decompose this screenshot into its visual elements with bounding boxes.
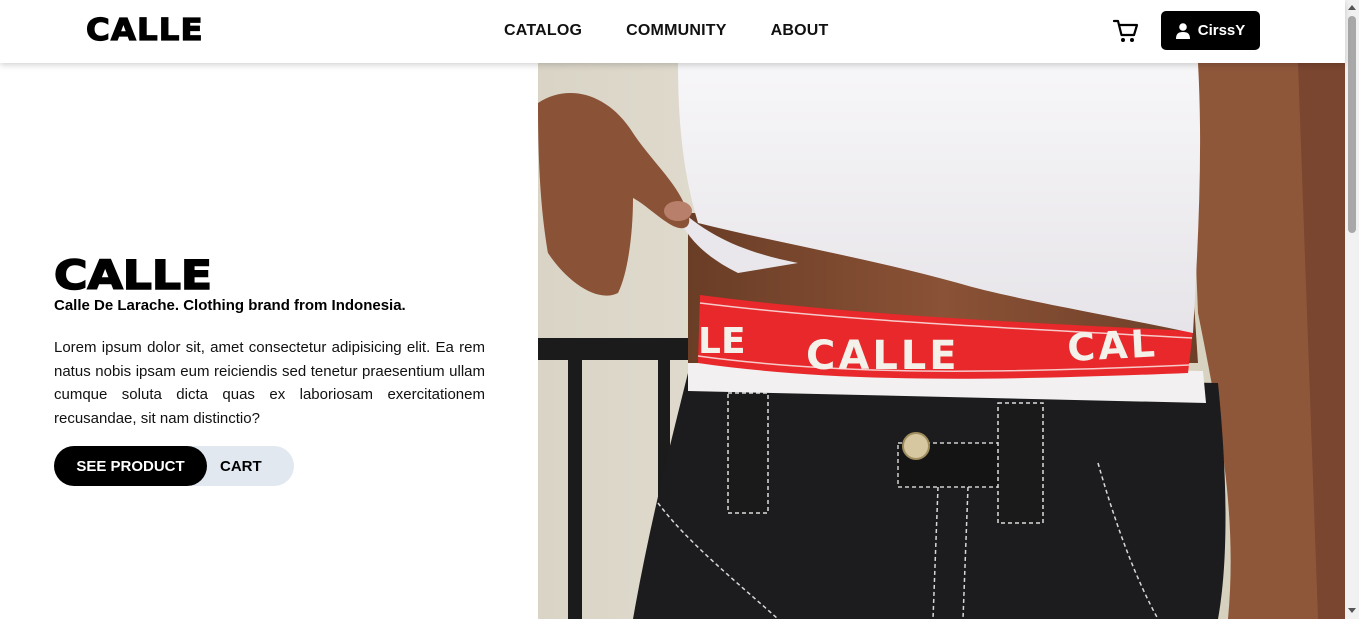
hero-photo: CALLE CAL LE — [538, 63, 1345, 619]
navbar: CALLE CATALOG COMMUNITY ABOUT CirssY — [0, 0, 1345, 63]
user-icon — [1175, 22, 1190, 39]
hero-image: CALLE CAL LE — [538, 63, 1345, 619]
scroll-down-arrow-icon[interactable] — [1348, 608, 1356, 613]
cart-icon — [1112, 19, 1139, 42]
cart-text-button[interactable]: CART — [220, 446, 262, 486]
cart-button[interactable] — [1112, 18, 1140, 44]
nav-link-catalog[interactable]: CATALOG — [504, 22, 582, 40]
scroll-up-arrow-icon[interactable] — [1348, 5, 1356, 10]
hero-text: CALLE Calle De Larache. Clothing brand f… — [53, 254, 485, 430]
nav-link-community[interactable]: COMMUNITY — [626, 22, 726, 40]
waistband-text: CALLE — [806, 333, 960, 379]
user-name: CirssY — [1197, 22, 1246, 39]
user-account-button[interactable]: CirssY — [1161, 11, 1260, 50]
svg-text:LE: LE — [698, 321, 746, 362]
brand-logo[interactable]: CALLE — [85, 13, 204, 48]
hero-tagline: Calle De Larache. Clothing brand from In… — [54, 297, 406, 314]
svg-text:CAL: CAL — [1066, 321, 1159, 370]
nav-link-about[interactable]: ABOUT — [771, 22, 829, 40]
hero-description: Lorem ipsum dolor sit, amet consectetur … — [54, 339, 485, 427]
nav-links: CATALOG COMMUNITY ABOUT — [504, 22, 829, 40]
page-scrollbar[interactable] — [1345, 0, 1359, 619]
hero-button-group: SEE PRODUCT CART — [54, 446, 294, 486]
see-product-button[interactable]: SEE PRODUCT — [54, 446, 207, 486]
scroll-thumb[interactable] — [1348, 16, 1356, 233]
hero-title: CALLE — [53, 253, 213, 299]
